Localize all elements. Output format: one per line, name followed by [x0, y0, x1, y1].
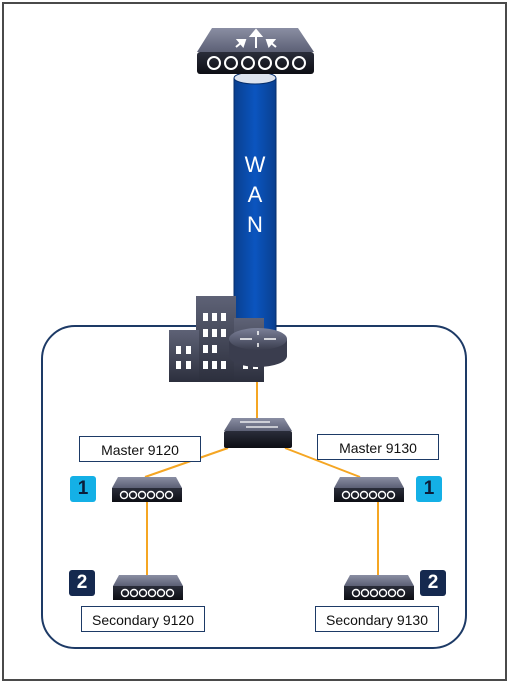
wan-label: W A N: [238, 150, 272, 240]
label-master-9130: Master 9130: [317, 434, 439, 460]
access-switch-icon: [224, 418, 292, 448]
label-secondary-9120: Secondary 9120: [81, 606, 205, 632]
access-point-icon-secondary-9120: [113, 575, 183, 600]
access-point-icon-master-9120: [112, 477, 182, 502]
badge-secondary-9130: 2: [420, 570, 446, 596]
label-master-9120: Master 9120: [79, 436, 201, 462]
access-point-icon-master-9130: [334, 477, 404, 502]
badge-master-9120: 1: [70, 476, 96, 502]
access-point-icon-secondary-9130: [344, 575, 414, 600]
badge-master-9130: 1: [416, 476, 442, 502]
badge-secondary-9120: 2: [69, 570, 95, 596]
site-router-icon: [229, 328, 287, 367]
wan-letter: N: [247, 212, 263, 237]
label-secondary-9130: Secondary 9130: [315, 606, 439, 632]
wan-letter: W: [244, 152, 266, 177]
wan-edge-router-icon: [197, 28, 314, 74]
wan-letter: A: [247, 182, 263, 207]
